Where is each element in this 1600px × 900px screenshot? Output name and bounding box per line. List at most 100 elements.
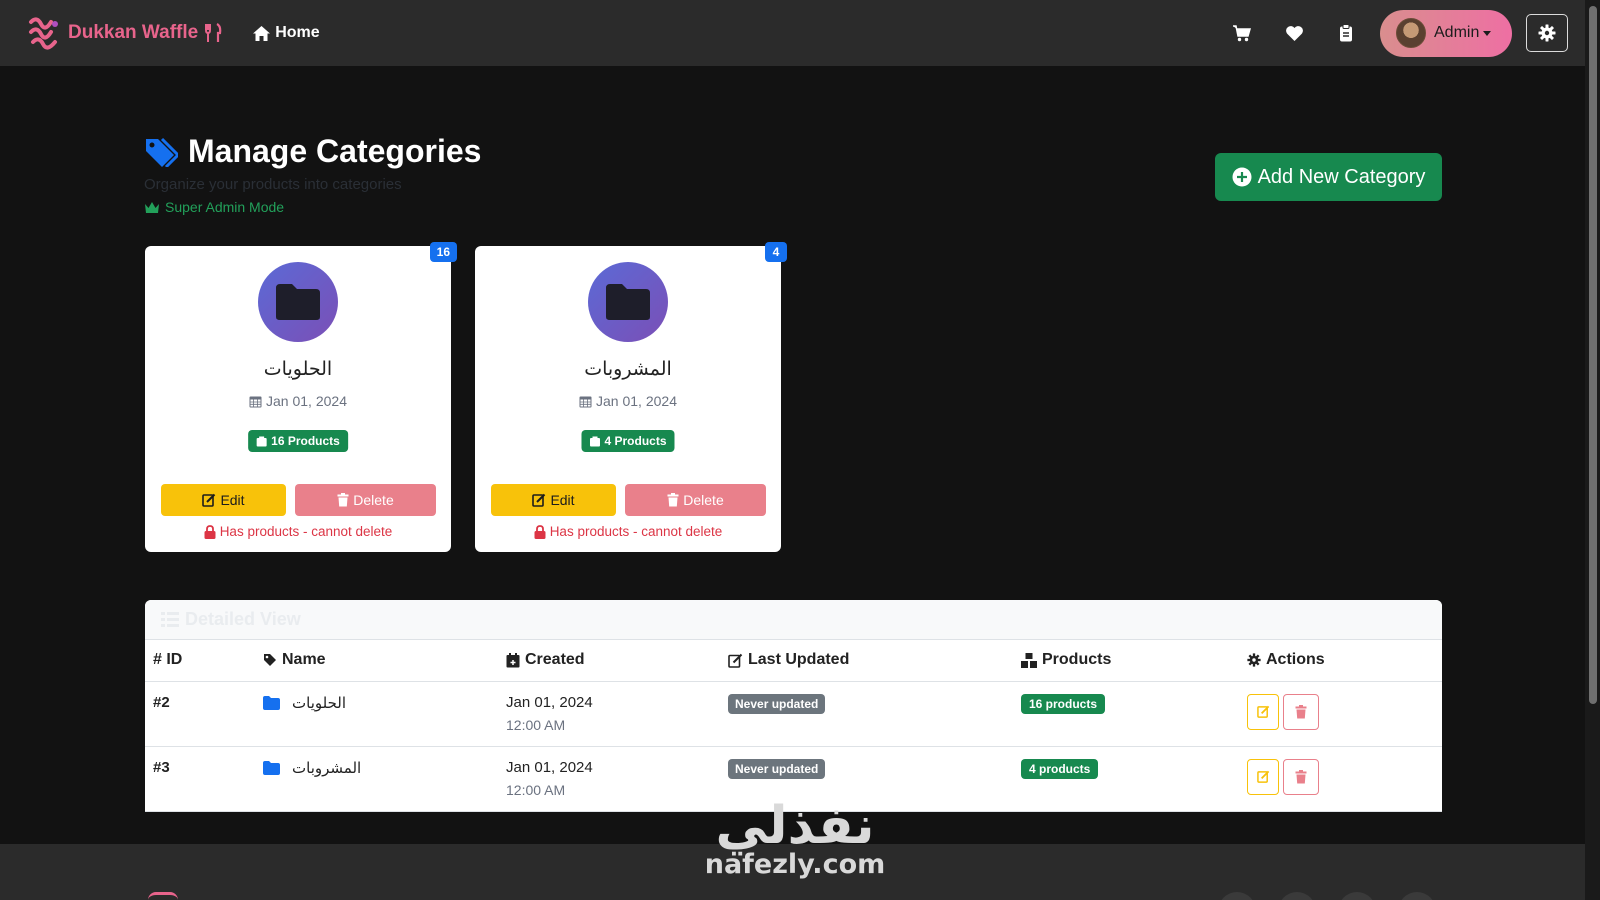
cannot-delete-text: Has products - cannot delete [549,524,723,539]
cannot-delete-text: Has products - cannot delete [219,524,393,539]
boxes-icon [1021,652,1037,668]
edit-icon [1256,770,1269,783]
page-scrollbar[interactable] [1585,0,1600,900]
edit-button[interactable]: Edit [161,484,286,516]
settings-button[interactable] [1526,14,1568,52]
never-updated-badge: Never updated [728,758,826,779]
add-category-button[interactable]: Add New Category [1215,153,1442,201]
row-edit-button[interactable] [1247,693,1279,730]
row-edit-button[interactable] [1247,758,1279,795]
social-link[interactable] [1278,892,1316,900]
nav-home-link[interactable]: Home [252,24,320,42]
column-created-label: Created [525,651,585,669]
row-created-time: 12:00 AM [506,716,566,733]
tag-icon [264,654,276,667]
delete-label: Delete [683,492,724,508]
row-created: Jan 01, 2024 12:00 AM [498,681,720,747]
tags-icon [146,137,178,167]
cart-icon [1233,25,1251,42]
gear-icon [1538,24,1556,42]
delete-label: Delete [353,492,394,508]
edit-label: Edit [220,492,245,508]
row-delete-button[interactable] [1283,758,1319,795]
trash-icon [667,493,679,507]
folder-icon [606,284,650,320]
crown-icon [145,201,159,213]
edit-label: Edit [550,492,575,508]
row-delete-button[interactable] [1283,693,1319,730]
avatar [1396,18,1426,48]
admin-dropdown[interactable]: Admin [1380,9,1512,57]
admin-mode-indicator: Super Admin Mode [144,199,481,215]
category-card: 16 الحلويات Jan 01, 2024 16 Products Edi… [145,242,457,552]
social-link[interactable] [1218,892,1256,900]
trash-icon [1295,769,1307,783]
orders-button[interactable] [1320,0,1372,66]
products-badge-text: 16 Products [271,434,340,448]
lock-icon [534,524,546,539]
products-badge: 4 Products [581,430,675,452]
social-link[interactable] [1398,892,1436,900]
edit-icon [532,493,546,507]
trash-icon [337,493,349,507]
column-id-label: # ID [153,651,183,669]
social-link[interactable] [1338,892,1376,900]
page-header: Manage Categories Organize your products… [144,133,481,215]
column-name[interactable]: Name [255,640,498,682]
row-name: المشروبات [255,746,498,812]
category-date: Jan 01, 2024 [145,393,451,409]
edit-icon [202,493,216,507]
column-created[interactable]: Created [498,640,720,682]
products-badge-text: 4 Products [604,434,667,448]
never-updated-badge: Never updated [728,693,826,714]
row-name: الحلويات [255,681,498,747]
category-avatar [258,262,338,342]
calendar-plus-icon [506,652,520,668]
categories-table: # ID Name Created Last Updated Products … [145,640,1442,812]
cart-button[interactable] [1216,0,1268,66]
brand[interactable]: Dukkan Waffle [24,13,222,53]
row-actions [1239,746,1442,812]
cannot-delete-notice: Has products - cannot delete [475,524,781,539]
row-name-text: المشروبات [292,758,362,777]
trash-icon [1295,704,1307,718]
delete-button[interactable]: Delete [625,484,766,516]
nav-home-label: Home [275,24,320,41]
row-products: 4 products [1013,746,1239,812]
add-category-label: Add New Category [1257,165,1426,188]
box-icon [589,436,600,446]
product-count-badge: 16 [429,242,457,262]
folder-icon [276,284,320,320]
column-products[interactable]: Products [1013,640,1239,682]
table-row: #2 الحلويات Jan 01, 2024 12:00 AM Never … [145,681,1442,747]
column-actions-label: Actions [1266,651,1325,669]
category-name: المشروبات [584,358,672,380]
category-date: Jan 01, 2024 [475,393,781,409]
wishlist-button[interactable] [1268,0,1320,66]
column-last-updated[interactable]: Last Updated [720,640,1013,682]
column-id[interactable]: # ID [145,640,255,682]
home-icon [253,25,271,41]
heart-icon [1285,25,1303,41]
folder-icon [263,760,280,775]
fork-knife-icon [204,23,222,43]
brand-name: Dukkan Waffle [68,22,199,43]
edit-icon [728,653,743,668]
row-created: Jan 01, 2024 12:00 AM [498,746,720,812]
folder-icon [263,695,280,710]
scrollbar-thumb[interactable] [1589,6,1597,704]
clipboard-icon [1340,24,1352,42]
admin-mode-label: Super Admin Mode [165,199,285,215]
detailed-view-table: Detailed View # ID Name Created Last Upd… [145,600,1442,812]
lock-icon [204,524,216,539]
category-date-text: Jan 01, 2024 [266,393,347,409]
edit-button[interactable]: Edit [491,484,616,516]
list-icon [161,612,179,627]
row-id: #2 [145,681,255,747]
column-name-label: Name [282,651,326,669]
top-navbar: Dukkan Waffle Home Admin [0,0,1585,66]
box-icon [256,436,267,446]
table-header-row: # ID Name Created Last Updated Products … [145,640,1442,682]
delete-button[interactable]: Delete [295,484,436,516]
page-title: Manage Categories [188,133,482,169]
